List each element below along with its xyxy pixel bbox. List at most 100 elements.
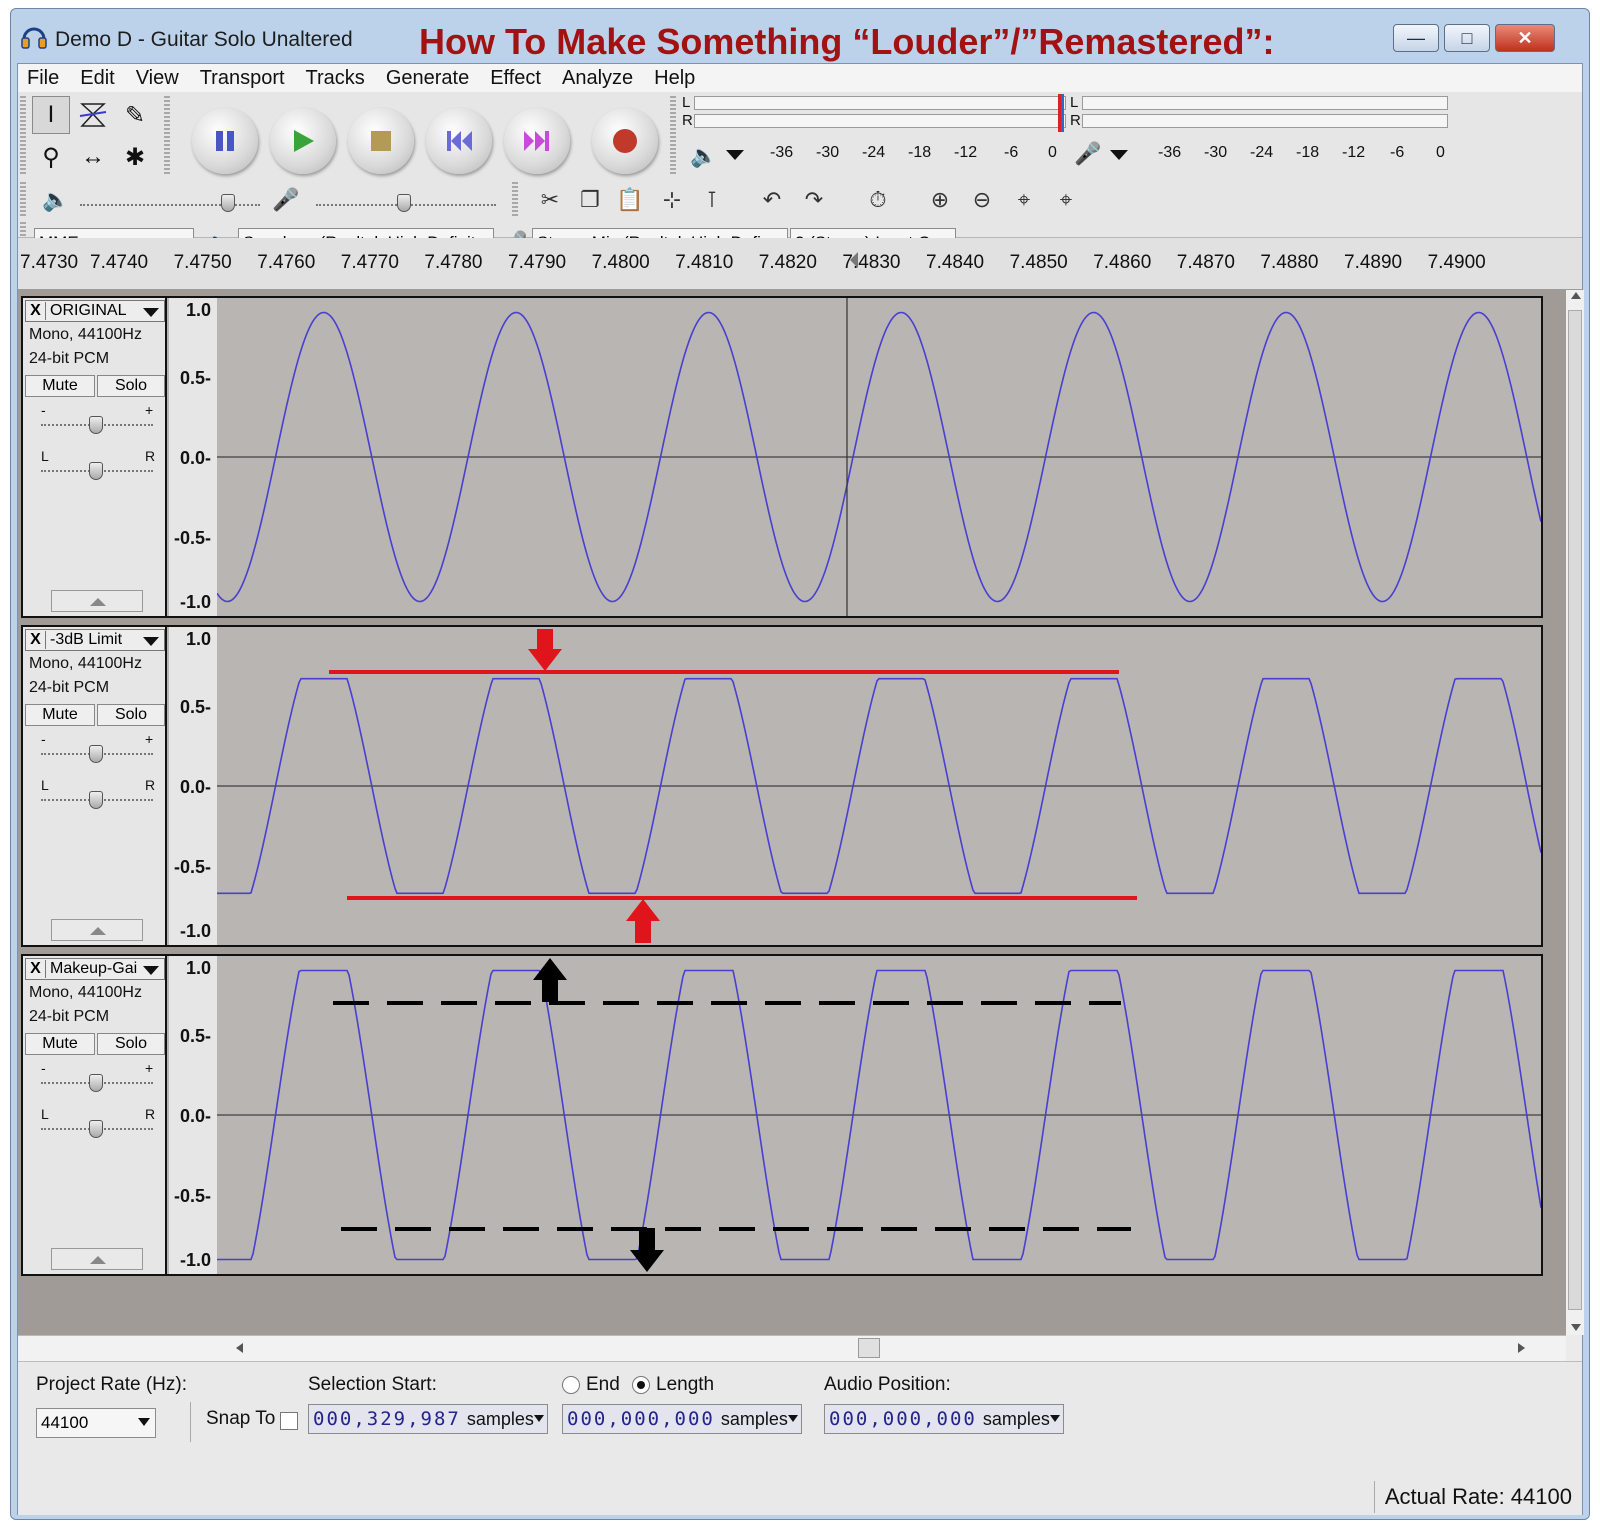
multi-tool-icon[interactable]: ✱ [116, 138, 154, 176]
scroll-up-icon[interactable] [1571, 292, 1581, 299]
envelope-tool-icon[interactable] [74, 96, 112, 134]
end-label: End [586, 1374, 620, 1395]
zoom-tool-icon[interactable]: ⚲ [32, 138, 70, 176]
menu-generate[interactable]: Generate [386, 67, 469, 90]
scroll-left-icon[interactable] [236, 1343, 243, 1353]
close-track-icon[interactable]: X [26, 960, 46, 978]
close-button[interactable]: ✕ [1495, 24, 1555, 52]
audio-position-field[interactable]: 000,000,000 samples [824, 1404, 1064, 1434]
toolbar-grip[interactable] [670, 96, 676, 176]
menu-help[interactable]: Help [654, 67, 695, 90]
waveform-display[interactable] [217, 298, 1541, 616]
track-name-menu[interactable]: X Makeup-Gai [25, 958, 165, 980]
maximize-button[interactable]: □ [1444, 24, 1490, 52]
solo-button[interactable]: Solo [97, 375, 165, 397]
output-volume-thumb[interactable] [221, 194, 235, 212]
pan-right-label: R [145, 1106, 156, 1122]
cut-icon[interactable]: ✂ [532, 182, 568, 218]
paste-icon[interactable]: 📋 [612, 182, 648, 218]
trim-icon[interactable]: ⊹ [654, 182, 690, 218]
copy-icon[interactable]: ❐ [572, 182, 608, 218]
skip-start-button[interactable] [426, 108, 492, 174]
track-name-menu[interactable]: X ORIGINAL [25, 300, 165, 322]
menu-view[interactable]: View [136, 67, 179, 90]
record-meter-dropdown-icon[interactable] [1110, 150, 1128, 160]
waveform-display[interactable] [217, 627, 1541, 945]
fit-project-icon[interactable]: ⌖ [1048, 182, 1084, 218]
chevron-down-icon[interactable] [143, 966, 159, 975]
selection-length-field[interactable]: 000,000,000 samples [562, 1404, 802, 1434]
chevron-down-icon[interactable] [143, 637, 159, 646]
project-rate-select[interactable]: 44100 [36, 1408, 156, 1438]
waveform-display[interactable] [217, 956, 1541, 1274]
mute-button[interactable]: Mute [25, 704, 95, 726]
horizontal-scrollbar[interactable] [18, 1335, 1566, 1361]
record-button[interactable] [592, 108, 658, 174]
scroll-down-icon[interactable] [1571, 1324, 1581, 1331]
toolbar-grip[interactable] [164, 96, 170, 176]
mute-button[interactable]: Mute [25, 1033, 95, 1055]
toolbar-grip[interactable] [20, 96, 26, 176]
vertical-ruler: 1.0 0.5- 0.0- -0.5- -1.0 [169, 627, 217, 945]
play-meter-dropdown-icon[interactable] [726, 150, 744, 160]
toolbar-grip[interactable] [20, 222, 26, 236]
zoom-out-icon[interactable]: ⊖ [964, 182, 1000, 218]
mute-button[interactable]: Mute [25, 375, 95, 397]
menu-effect[interactable]: Effect [490, 67, 541, 90]
close-track-icon[interactable]: X [26, 302, 46, 320]
pause-button[interactable] [192, 108, 258, 174]
timeshift-tool-icon[interactable]: ↔ [74, 138, 112, 176]
audio-track[interactable]: X ORIGINAL Mono, 44100Hz 24-bit PCM Mute… [21, 296, 1543, 618]
play-cursor-icon[interactable] [850, 252, 858, 268]
scroll-right-icon[interactable] [1518, 1343, 1525, 1353]
menu-file[interactable]: File [27, 67, 59, 90]
redo-icon[interactable]: ↷ [796, 182, 832, 218]
draw-tool-icon[interactable]: ✎ [116, 96, 154, 134]
timeline-ruler[interactable]: 7.4730 7.4740 7.4750 7.4760 7.4770 7.4780 7.47… [18, 238, 1582, 290]
minimize-button[interactable]: — [1393, 24, 1439, 52]
selection-start-field[interactable]: 000,329,987 samples [308, 1404, 548, 1434]
vertical-ruler: 1.0 0.5- 0.0- -0.5- -1.0 [169, 298, 217, 616]
pan-slider-thumb[interactable] [89, 462, 103, 480]
close-track-icon[interactable]: X [26, 631, 46, 649]
menu-tracks[interactable]: Tracks [306, 67, 365, 90]
gain-slider-thumb[interactable] [89, 1074, 103, 1092]
toolbar-grip[interactable] [20, 182, 26, 218]
audio-track[interactable]: X -3dB Limit Mono, 44100Hz 24-bit PCM Mu… [21, 625, 1543, 947]
play-button[interactable] [270, 108, 336, 174]
track-name-menu[interactable]: X -3dB Limit [25, 629, 165, 651]
gain-slider-thumb[interactable] [89, 416, 103, 434]
chevron-down-icon[interactable] [143, 308, 159, 317]
end-radio[interactable] [562, 1376, 580, 1394]
solo-button[interactable]: Solo [97, 1033, 165, 1055]
selection-tool-icon[interactable]: I [32, 96, 70, 134]
silence-icon[interactable]: ⊺ [694, 182, 730, 218]
sync-lock-icon[interactable]: ⏱ [860, 182, 896, 218]
input-volume-thumb[interactable] [397, 194, 411, 212]
headphones-icon [21, 27, 47, 49]
menu-edit[interactable]: Edit [80, 67, 114, 90]
menu-transport[interactable]: Transport [200, 67, 285, 90]
horizontal-scroll-thumb[interactable] [858, 1338, 880, 1358]
stop-button[interactable] [348, 108, 414, 174]
snap-to-checkbox[interactable] [280, 1412, 298, 1430]
vertical-scroll-thumb[interactable] [1568, 310, 1582, 1310]
solo-button[interactable]: Solo [97, 704, 165, 726]
skip-end-button[interactable] [504, 108, 570, 174]
audio-track[interactable]: X Makeup-Gai Mono, 44100Hz 24-bit PCM Mu… [21, 954, 1543, 1276]
fit-selection-icon[interactable]: ⌖ [1006, 182, 1042, 218]
toolbar-grip[interactable] [512, 182, 518, 218]
pan-slider-thumb[interactable] [89, 791, 103, 809]
menu-analyze[interactable]: Analyze [562, 67, 633, 90]
pan-slider-thumb[interactable] [89, 1120, 103, 1138]
amplitude-label: -0.5- [173, 857, 211, 877]
collapse-track-button[interactable] [51, 1248, 143, 1270]
length-radio[interactable] [632, 1376, 650, 1394]
collapse-track-button[interactable] [51, 919, 143, 941]
collapse-track-button[interactable] [51, 590, 143, 612]
ruler-tick-label: 7.4760 [257, 252, 316, 273]
vertical-scrollbar[interactable] [1566, 290, 1584, 1335]
gain-slider-thumb[interactable] [89, 745, 103, 763]
zoom-in-icon[interactable]: ⊕ [922, 182, 958, 218]
undo-icon[interactable]: ↶ [754, 182, 790, 218]
